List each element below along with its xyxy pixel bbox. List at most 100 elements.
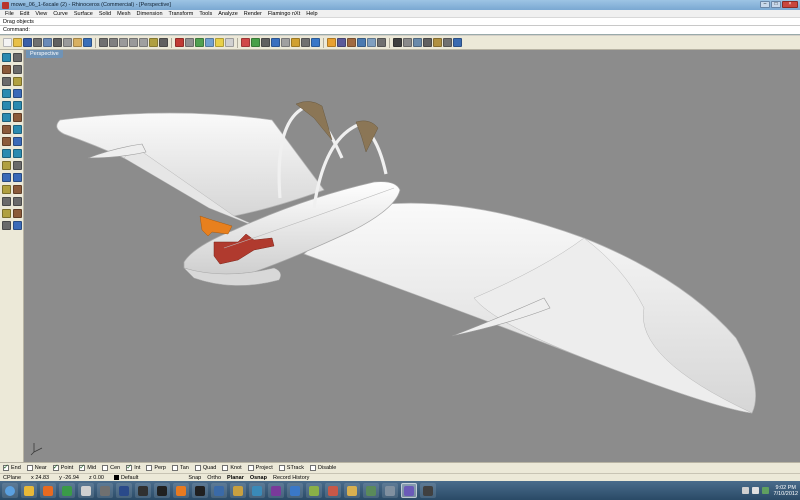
menu-help[interactable]: Help xyxy=(303,11,320,17)
taskbar-item[interactable] xyxy=(40,483,56,498)
taskbar-item[interactable] xyxy=(344,483,360,498)
menu-mesh[interactable]: Mesh xyxy=(114,11,133,17)
viewport-title-tab[interactable]: Perspective xyxy=(26,50,63,58)
minimize-button[interactable]: – xyxy=(760,1,770,8)
clock[interactable]: 9:02 PM 7/10/2012 xyxy=(774,485,798,497)
menu-curve[interactable]: Curve xyxy=(50,11,71,17)
osnap-checkbox[interactable] xyxy=(126,463,133,471)
menu-tools[interactable]: Tools xyxy=(196,11,215,17)
array-icon[interactable] xyxy=(13,161,22,170)
taskbar-item[interactable] xyxy=(116,483,132,498)
maximize-button[interactable]: □ xyxy=(771,1,781,8)
zoom-icon[interactable] xyxy=(119,38,128,47)
print-icon[interactable] xyxy=(33,38,42,47)
menu-analyze[interactable]: Analyze xyxy=(215,11,241,17)
ortho-toggle[interactable]: Ortho xyxy=(207,475,221,481)
taskbar-item[interactable] xyxy=(173,483,189,498)
analyze-icon[interactable] xyxy=(13,209,22,218)
environment-icon[interactable] xyxy=(311,38,320,47)
taskbar-item[interactable] xyxy=(268,483,284,498)
grid-tool-icon[interactable] xyxy=(13,221,22,230)
taskbar-item[interactable] xyxy=(135,483,151,498)
point-icon[interactable] xyxy=(13,53,22,62)
rectangle-icon[interactable] xyxy=(13,89,22,98)
properties-icon[interactable] xyxy=(225,38,234,47)
taskbar-item[interactable] xyxy=(325,483,341,498)
layer-icon[interactable] xyxy=(205,38,214,47)
new-icon[interactable] xyxy=(3,38,12,47)
block-icon[interactable] xyxy=(413,38,422,47)
osnap-checkbox[interactable] xyxy=(146,465,153,471)
osnap-checkbox[interactable] xyxy=(278,465,285,471)
zoom-extents-icon[interactable] xyxy=(139,38,148,47)
boolean-icon[interactable] xyxy=(2,149,11,158)
zoom-window-icon[interactable] xyxy=(129,38,138,47)
mesh-icon[interactable] xyxy=(337,38,346,47)
import-icon[interactable] xyxy=(43,38,52,47)
osnap-checkbox[interactable] xyxy=(79,463,86,471)
render-icon[interactable] xyxy=(241,38,250,47)
snap-toggle[interactable]: Snap xyxy=(188,475,201,481)
osnap-tan[interactable]: Tan xyxy=(171,465,189,471)
surface-icon[interactable] xyxy=(2,113,11,122)
taskbar-item[interactable] xyxy=(420,483,436,498)
osnap-toggle[interactable]: Osnap xyxy=(250,475,267,481)
osnap-strack[interactable]: STrack xyxy=(278,465,304,471)
dimension-tool-icon[interactable] xyxy=(2,209,11,218)
osnap-checkbox[interactable] xyxy=(222,465,229,471)
curve-icon[interactable] xyxy=(13,65,22,74)
menu-view[interactable]: View xyxy=(32,11,50,17)
pan-icon[interactable] xyxy=(99,38,108,47)
sun-icon[interactable] xyxy=(327,38,336,47)
taskbar-item[interactable] xyxy=(211,483,227,498)
menu-render[interactable]: Render xyxy=(241,11,265,17)
volume-icon[interactable] xyxy=(751,487,759,494)
shade-icon[interactable] xyxy=(261,38,270,47)
osnap-project[interactable]: Project xyxy=(247,465,273,471)
taskbar-item[interactable] xyxy=(154,483,170,498)
transform-icon[interactable] xyxy=(2,161,11,170)
select-arrow-icon[interactable] xyxy=(2,53,11,62)
aircraft-model[interactable] xyxy=(24,58,800,462)
osnap-checkbox[interactable] xyxy=(247,465,254,471)
snapshot-icon[interactable] xyxy=(291,38,300,47)
copy-icon[interactable] xyxy=(63,38,72,47)
taskbar-item[interactable] xyxy=(21,483,37,498)
osnap-checkbox[interactable] xyxy=(310,465,316,471)
cut-icon[interactable] xyxy=(53,38,62,47)
planar-toggle[interactable]: Planar xyxy=(227,475,244,481)
osnap-point[interactable]: Point xyxy=(52,463,73,471)
open-icon[interactable] xyxy=(13,38,22,47)
osnap-near[interactable]: Near xyxy=(26,465,47,471)
menu-file[interactable]: File xyxy=(2,11,17,17)
osnap-checkbox[interactable] xyxy=(194,465,201,471)
osnap-disable[interactable]: Disable xyxy=(310,465,336,471)
extrude-icon[interactable] xyxy=(13,113,22,122)
menu-solid[interactable]: Solid xyxy=(96,11,114,17)
osnap-perp[interactable]: Perp xyxy=(146,465,166,471)
flat-view-icon[interactable] xyxy=(175,38,184,47)
ghosted-icon[interactable] xyxy=(281,38,290,47)
grid-icon[interactable] xyxy=(185,38,194,47)
taskbar-item[interactable] xyxy=(382,483,398,498)
osnap-cen[interactable]: Cen xyxy=(102,465,120,471)
rotate-view-icon[interactable] xyxy=(109,38,118,47)
taskbar-item[interactable] xyxy=(306,483,322,498)
cplane-icon[interactable] xyxy=(195,38,204,47)
power-icon[interactable] xyxy=(761,487,769,494)
cylinder-icon[interactable] xyxy=(2,137,11,146)
undo-icon[interactable] xyxy=(83,38,92,47)
decal-icon[interactable] xyxy=(357,38,366,47)
close-button[interactable]: × xyxy=(782,1,798,8)
render-tool-icon[interactable] xyxy=(2,221,11,230)
join-icon[interactable] xyxy=(2,185,11,194)
zoom-selected-icon[interactable] xyxy=(149,38,158,47)
taskbar-item[interactable] xyxy=(401,483,417,498)
paste-icon[interactable] xyxy=(73,38,82,47)
osnap-mid[interactable]: Mid xyxy=(79,463,96,471)
cone-icon[interactable] xyxy=(13,137,22,146)
scale-icon[interactable] xyxy=(13,197,22,206)
box-icon[interactable] xyxy=(2,125,11,134)
osnap-quad[interactable]: Quad xyxy=(194,465,216,471)
help-icon[interactable] xyxy=(453,38,462,47)
